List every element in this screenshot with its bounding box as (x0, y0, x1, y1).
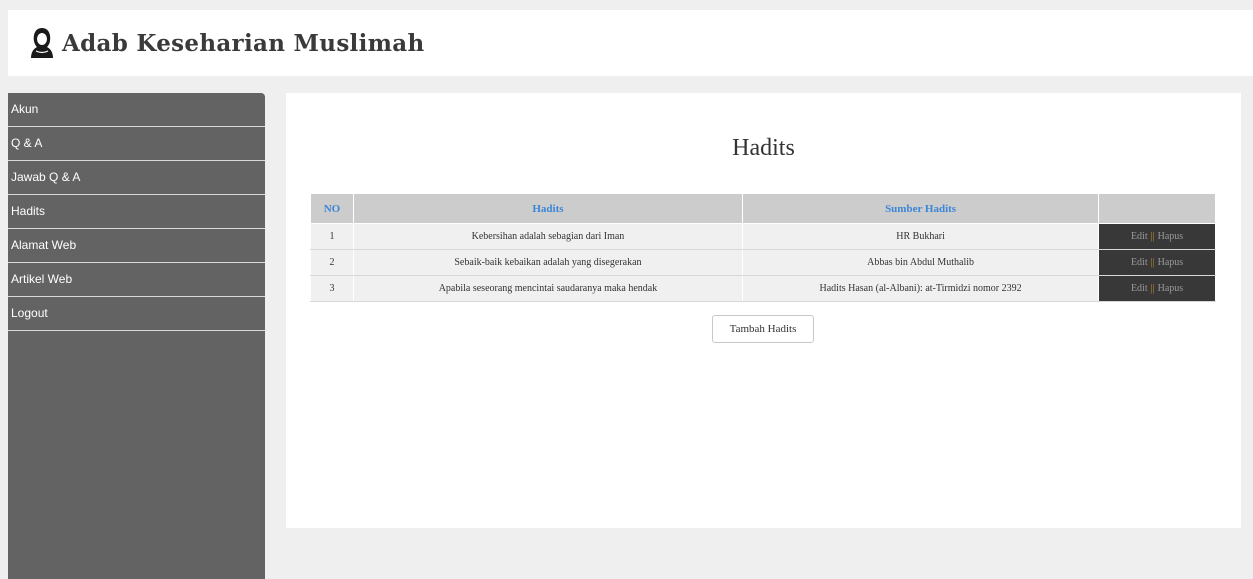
cell-hadits: Apabila seseorang mencintai saudaranya m… (352, 275, 744, 302)
cell-actions: Edit || Hapus (1098, 249, 1216, 276)
main-content: Hadits NO Hadits Sumber Hadits 1 Kebersi… (286, 93, 1241, 528)
sidebar-item-q-and-a[interactable]: Q & A (8, 127, 265, 161)
column-header-action (1098, 193, 1216, 224)
sidebar-item-akun[interactable]: Akun (8, 93, 265, 127)
add-hadits-button[interactable]: Tambah Hadits (712, 315, 814, 343)
sidebar-item-logout[interactable]: Logout (8, 297, 265, 331)
table-row: 2 Sebaik-baik kebaikan adalah yang diseg… (310, 249, 1216, 276)
hadits-table: NO Hadits Sumber Hadits 1 Kebersihan ada… (310, 193, 1216, 302)
cell-no: 2 (310, 249, 354, 276)
table-row: 1 Kebersihan adalah sebagian dari Iman H… (310, 223, 1216, 250)
sidebar-item-hadits[interactable]: Hadits (8, 195, 265, 229)
delete-link[interactable]: Hapus (1158, 231, 1184, 242)
action-separator: || (1150, 283, 1155, 294)
action-separator: || (1150, 231, 1155, 242)
action-separator: || (1150, 257, 1155, 268)
page-title: Hadits (732, 135, 795, 161)
hijab-woman-icon (31, 28, 53, 58)
site-header: Adab Keseharian Muslimah (8, 10, 1253, 76)
cell-no: 3 (310, 275, 354, 302)
column-header-hadits: Hadits (352, 193, 744, 224)
column-header-sumber: Sumber Hadits (741, 193, 1100, 224)
cell-sumber: Abbas bin Abdul Muthalib (741, 249, 1100, 276)
cell-actions: Edit || Hapus (1098, 223, 1216, 250)
column-header-no: NO (310, 193, 354, 224)
cell-sumber: HR Bukhari (741, 223, 1100, 250)
edit-link[interactable]: Edit (1131, 231, 1148, 242)
cell-actions: Edit || Hapus (1098, 275, 1216, 302)
delete-link[interactable]: Hapus (1158, 283, 1184, 294)
cell-hadits: Kebersihan adalah sebagian dari Iman (352, 223, 744, 250)
sidebar-item-alamat-web[interactable]: Alamat Web (8, 229, 265, 263)
cell-sumber: Hadits Hasan (al-Albani): at-Tirmidzi no… (741, 275, 1100, 302)
cell-no: 1 (310, 223, 354, 250)
edit-link[interactable]: Edit (1131, 257, 1148, 268)
sidebar-item-jawab-q-and-a[interactable]: Jawab Q & A (8, 161, 265, 195)
site-title: Adab Keseharian Muslimah (62, 29, 425, 57)
sidebar-item-artikel-web[interactable]: Artikel Web (8, 263, 265, 297)
table-header-row: NO Hadits Sumber Hadits (310, 193, 1216, 224)
table-row: 3 Apabila seseorang mencintai saudaranya… (310, 275, 1216, 302)
sidebar-nav: Akun Q & A Jawab Q & A Hadits Alamat Web… (8, 93, 265, 579)
edit-link[interactable]: Edit (1131, 283, 1148, 294)
delete-link[interactable]: Hapus (1158, 257, 1184, 268)
cell-hadits: Sebaik-baik kebaikan adalah yang diseger… (352, 249, 744, 276)
